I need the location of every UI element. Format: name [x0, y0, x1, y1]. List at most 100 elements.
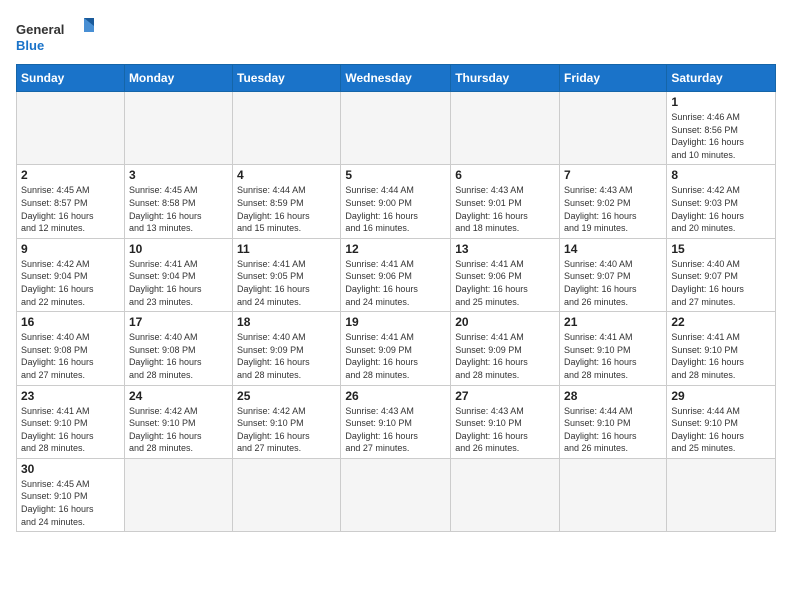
calendar-cell: 1Sunrise: 4:46 AM Sunset: 8:56 PM Daylig… [667, 92, 776, 165]
day-info: Sunrise: 4:43 AM Sunset: 9:02 PM Dayligh… [564, 184, 662, 234]
calendar-cell: 14Sunrise: 4:40 AM Sunset: 9:07 PM Dayli… [560, 238, 667, 311]
day-info: Sunrise: 4:41 AM Sunset: 9:10 PM Dayligh… [671, 331, 771, 381]
day-info: Sunrise: 4:45 AM Sunset: 8:58 PM Dayligh… [129, 184, 228, 234]
day-number: 20 [455, 315, 555, 329]
weekday-header-monday: Monday [124, 65, 232, 92]
day-number: 24 [129, 389, 228, 403]
day-info: Sunrise: 4:40 AM Sunset: 9:07 PM Dayligh… [671, 258, 771, 308]
day-number: 27 [455, 389, 555, 403]
svg-text:Blue: Blue [16, 38, 44, 53]
calendar-cell [560, 92, 667, 165]
day-number: 6 [455, 168, 555, 182]
weekday-header-tuesday: Tuesday [233, 65, 341, 92]
calendar-cell: 17 Sunrise: 4:40 AM Sunset: 9:08 PM Dayli… [124, 312, 232, 385]
day-number: 25 [237, 389, 336, 403]
day-number: 18 [237, 315, 336, 329]
day-info: Sunrise: 4:42 AM Sunset: 9:10 PM Dayligh… [237, 405, 336, 455]
day-number: 11 [237, 242, 336, 256]
calendar-cell: 19 Sunrise: 4:41 AM Sunset: 9:09 PM Dayli… [341, 312, 451, 385]
day-number: 26 [345, 389, 446, 403]
calendar-cell: 4 Sunrise: 4:44 AM Sunset: 8:59 PM Daylig… [233, 165, 341, 238]
day-number: 9 [21, 242, 120, 256]
calendar-cell: 18Sunrise: 4:40 AM Sunset: 9:09 PM Dayli… [233, 312, 341, 385]
day-info: Sunrise: 4:41 AM Sunset: 9:10 PM Dayligh… [21, 405, 120, 455]
calendar-cell: 22Sunrise: 4:41 AM Sunset: 9:10 PM Dayli… [667, 312, 776, 385]
day-number: 10 [129, 242, 228, 256]
day-number: 23 [21, 389, 120, 403]
weekday-header-wednesday: Wednesday [341, 65, 451, 92]
day-info: Sunrise: 4:40 AM Sunset: 9:08 PM Dayligh… [129, 331, 228, 381]
day-info: Sunrise: 4:45 AM Sunset: 8:57 PM Dayligh… [21, 184, 120, 234]
day-number: 7 [564, 168, 662, 182]
day-number: 29 [671, 389, 771, 403]
day-info: Sunrise: 4:40 AM Sunset: 9:08 PM Dayligh… [21, 331, 120, 381]
day-number: 8 [671, 168, 771, 182]
calendar-cell [667, 458, 776, 531]
day-info: Sunrise: 4:45 AM Sunset: 9:10 PM Dayligh… [21, 478, 120, 528]
calendar-cell: 10 Sunrise: 4:41 AM Sunset: 9:04 PM Dayli… [124, 238, 232, 311]
logo-svg: General Blue [16, 16, 96, 56]
day-info: Sunrise: 4:42 AM Sunset: 9:04 PM Dayligh… [21, 258, 120, 308]
day-info: Sunrise: 4:42 AM Sunset: 9:03 PM Dayligh… [671, 184, 771, 234]
calendar-cell [233, 458, 341, 531]
calendar-row-1: 2 Sunrise: 4:45 AM Sunset: 8:57 PM Daylig… [17, 165, 776, 238]
day-info: Sunrise: 4:44 AM Sunset: 8:59 PM Dayligh… [237, 184, 336, 234]
calendar-cell: 20Sunrise: 4:41 AM Sunset: 9:09 PM Dayli… [451, 312, 560, 385]
calendar-cell [124, 92, 232, 165]
day-number: 28 [564, 389, 662, 403]
calendar-cell: 25 Sunrise: 4:42 AM Sunset: 9:10 PM Dayli… [233, 385, 341, 458]
calendar-cell: 21 Sunrise: 4:41 AM Sunset: 9:10 PM Dayli… [560, 312, 667, 385]
day-info: Sunrise: 4:44 AM Sunset: 9:10 PM Dayligh… [564, 405, 662, 455]
day-number: 2 [21, 168, 120, 182]
weekday-header-sunday: Sunday [17, 65, 125, 92]
calendar-cell: 13Sunrise: 4:41 AM Sunset: 9:06 PM Dayli… [451, 238, 560, 311]
day-number: 21 [564, 315, 662, 329]
day-number: 15 [671, 242, 771, 256]
day-info: Sunrise: 4:43 AM Sunset: 9:01 PM Dayligh… [455, 184, 555, 234]
calendar-cell: 16 Sunrise: 4:40 AM Sunset: 9:08 PM Dayli… [17, 312, 125, 385]
calendar-row-5: 30Sunrise: 4:45 AM Sunset: 9:10 PM Dayli… [17, 458, 776, 531]
day-info: Sunrise: 4:41 AM Sunset: 9:09 PM Dayligh… [345, 331, 446, 381]
day-info: Sunrise: 4:41 AM Sunset: 9:10 PM Dayligh… [564, 331, 662, 381]
calendar-cell: 23 Sunrise: 4:41 AM Sunset: 9:10 PM Dayli… [17, 385, 125, 458]
day-number: 19 [345, 315, 446, 329]
header: General Blue [16, 16, 776, 56]
calendar-cell: 9 Sunrise: 4:42 AM Sunset: 9:04 PM Daylig… [17, 238, 125, 311]
calendar-row-3: 16 Sunrise: 4:40 AM Sunset: 9:08 PM Dayli… [17, 312, 776, 385]
calendar-cell [451, 92, 560, 165]
day-info: Sunrise: 4:41 AM Sunset: 9:05 PM Dayligh… [237, 258, 336, 308]
weekday-header-row: SundayMondayTuesdayWednesdayThursdayFrid… [17, 65, 776, 92]
logo: General Blue [16, 16, 96, 56]
day-info: Sunrise: 4:41 AM Sunset: 9:04 PM Dayligh… [129, 258, 228, 308]
day-number: 12 [345, 242, 446, 256]
day-number: 4 [237, 168, 336, 182]
calendar-cell: 26 Sunrise: 4:43 AM Sunset: 9:10 PM Dayli… [341, 385, 451, 458]
calendar-cell: 24 Sunrise: 4:42 AM Sunset: 9:10 PM Dayli… [124, 385, 232, 458]
calendar-cell [124, 458, 232, 531]
day-info: Sunrise: 4:43 AM Sunset: 9:10 PM Dayligh… [455, 405, 555, 455]
calendar-cell: 3 Sunrise: 4:45 AM Sunset: 8:58 PM Daylig… [124, 165, 232, 238]
day-number: 16 [21, 315, 120, 329]
calendar-row-4: 23 Sunrise: 4:41 AM Sunset: 9:10 PM Dayli… [17, 385, 776, 458]
calendar-cell: 5Sunrise: 4:44 AM Sunset: 9:00 PM Daylig… [341, 165, 451, 238]
weekday-header-thursday: Thursday [451, 65, 560, 92]
calendar-cell [560, 458, 667, 531]
calendar-cell: 11 Sunrise: 4:41 AM Sunset: 9:05 PM Dayli… [233, 238, 341, 311]
day-number: 17 [129, 315, 228, 329]
day-info: Sunrise: 4:42 AM Sunset: 9:10 PM Dayligh… [129, 405, 228, 455]
day-info: Sunrise: 4:44 AM Sunset: 9:10 PM Dayligh… [671, 405, 771, 455]
calendar-cell: 27 Sunrise: 4:43 AM Sunset: 9:10 PM Dayli… [451, 385, 560, 458]
calendar-cell [17, 92, 125, 165]
day-number: 5 [345, 168, 446, 182]
calendar-row-0: 1Sunrise: 4:46 AM Sunset: 8:56 PM Daylig… [17, 92, 776, 165]
calendar-cell [233, 92, 341, 165]
calendar-cell: 6 Sunrise: 4:43 AM Sunset: 9:01 PM Daylig… [451, 165, 560, 238]
calendar-cell: 28 Sunrise: 4:44 AM Sunset: 9:10 PM Dayli… [560, 385, 667, 458]
day-number: 1 [671, 95, 771, 109]
calendar-cell [341, 458, 451, 531]
calendar-cell: 29 Sunrise: 4:44 AM Sunset: 9:10 PM Dayli… [667, 385, 776, 458]
day-number: 3 [129, 168, 228, 182]
calendar-cell [341, 92, 451, 165]
calendar-cell: 7 Sunrise: 4:43 AM Sunset: 9:02 PM Daylig… [560, 165, 667, 238]
day-info: Sunrise: 4:43 AM Sunset: 9:10 PM Dayligh… [345, 405, 446, 455]
